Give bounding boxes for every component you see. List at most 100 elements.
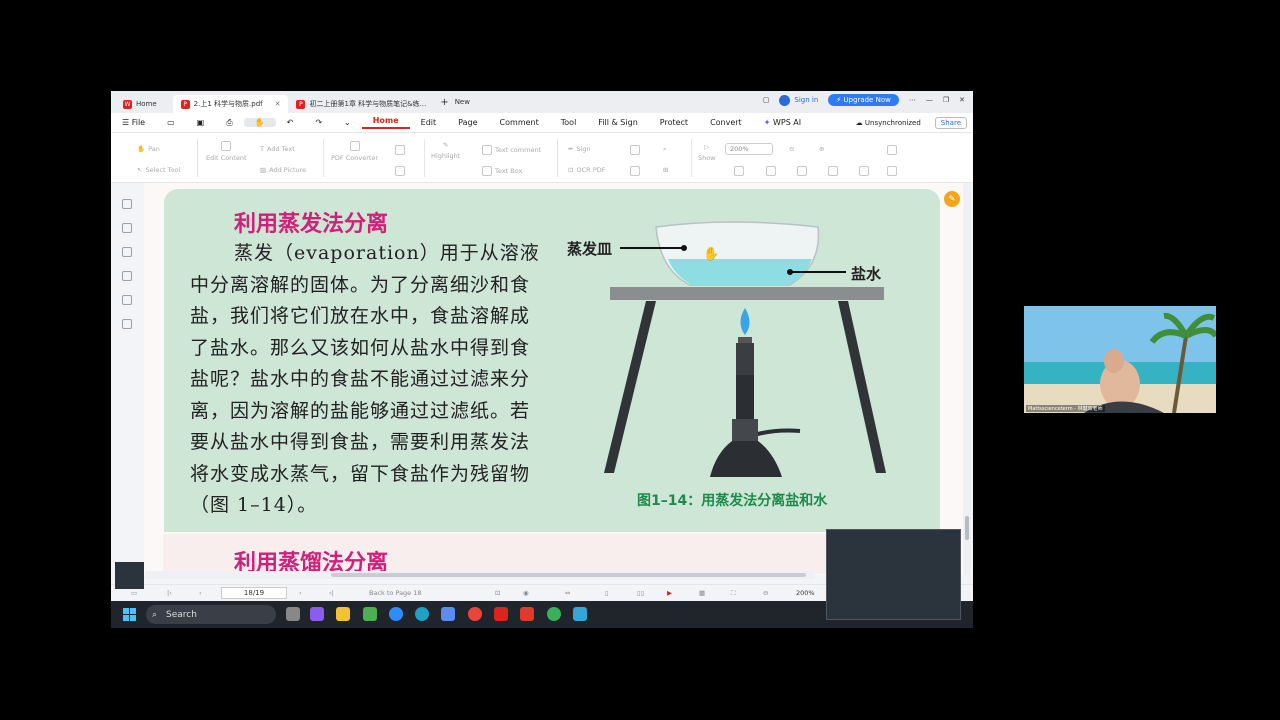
fullscreen-icon[interactable]: ⛶ — [731, 589, 736, 598]
notepad-icon[interactable] — [573, 607, 587, 621]
close-tab-icon[interactable]: ✕ — [275, 100, 281, 108]
play-slideshow-icon[interactable]: ▶ — [667, 589, 672, 597]
menu-home[interactable]: Home — [361, 116, 410, 129]
window-icon[interactable]: ▢ — [763, 96, 770, 104]
attachment-icon[interactable] — [122, 271, 132, 281]
new-tab-button[interactable]: + New — [440, 97, 470, 108]
ocr-pdf-button[interactable]: ⊡ OCR PDF — [568, 166, 605, 174]
fit-icon[interactable]: ⇔ — [565, 589, 570, 597]
status-zoom[interactable]: 200% — [796, 589, 815, 597]
first-page-icon[interactable]: |‹ — [167, 589, 172, 597]
edge-icon[interactable] — [415, 607, 429, 621]
vertical-scrollbar[interactable] — [963, 183, 971, 575]
prev-page-icon[interactable]: ‹ — [199, 589, 202, 597]
image-tool-icon[interactable] — [630, 145, 640, 155]
paste-icon[interactable] — [395, 166, 405, 176]
pan-button[interactable]: ✋ Pan — [137, 145, 160, 153]
horizontal-scrollbar[interactable] — [145, 571, 815, 579]
vertical-scroll-thumb[interactable] — [965, 516, 969, 540]
text-box-button[interactable]: Text Box — [482, 166, 522, 176]
upgrade-button[interactable]: ⚡ Upgrade Now — [828, 94, 899, 106]
edit-pencil-button[interactable]: ✎ — [944, 191, 960, 207]
sign-in-button[interactable]: Sign in — [779, 94, 818, 106]
show-button[interactable]: ▷ Show — [698, 143, 716, 162]
tab-notes-pdf[interactable]: P 初二上册第1章 科学与物质笔记&练... — [288, 95, 434, 113]
menu-protect[interactable]: Protect — [649, 118, 699, 127]
open-folder-icon[interactable]: ▭ — [156, 118, 186, 127]
horizontal-scroll-thumb[interactable] — [331, 573, 806, 577]
task-view-icon[interactable] — [286, 607, 300, 621]
page-number-input[interactable]: 18/19 — [221, 587, 287, 599]
store-icon[interactable] — [363, 607, 377, 621]
rotate-icon[interactable] — [797, 166, 807, 176]
windows-start-icon[interactable] — [123, 608, 136, 621]
bookmark-icon[interactable] — [122, 199, 132, 209]
grid-view-icon[interactable]: ▦ — [699, 589, 705, 597]
share-button[interactable]: Share — [934, 116, 967, 129]
last-page-icon[interactable]: ›| — [329, 589, 334, 597]
sign-button[interactable]: ✒ Sign — [568, 145, 591, 153]
crop-icon[interactable]: ⊞ — [663, 166, 668, 174]
add-picture-button[interactable]: ▨ Add Picture — [260, 166, 306, 174]
zoom-app-icon[interactable] — [389, 607, 403, 621]
edit-content-button[interactable]: Edit Content — [206, 141, 247, 162]
single-page-icon[interactable] — [828, 166, 838, 176]
tab-current-pdf[interactable]: P 2.上1 科学与物质.pdf ✕ — [172, 95, 289, 113]
highlight-button[interactable]: ✎ Highlight — [431, 141, 460, 160]
chevron-down-icon[interactable]: ⌄ — [333, 118, 362, 127]
image-extract-icon[interactable] — [630, 166, 640, 176]
fit-width-icon[interactable] — [766, 166, 776, 176]
zoom-in-icon[interactable]: ⊕ — [819, 145, 824, 153]
select-tool-button[interactable]: ↖ Select Tool — [137, 166, 180, 174]
signature-icon[interactable] — [122, 295, 132, 305]
menu-fill-sign[interactable]: Fill & Sign — [587, 118, 648, 127]
menu-edit[interactable]: Edit — [410, 118, 448, 127]
next-page-icon[interactable]: › — [299, 589, 302, 597]
zoom-out-status-icon[interactable]: ⊖ — [763, 589, 768, 597]
add-text-button[interactable]: T Add Text — [260, 145, 295, 153]
taskbar-search[interactable]: ⌕ Search — [146, 605, 276, 624]
two-page-icon[interactable] — [859, 166, 869, 176]
back-to-page-link[interactable]: Back to Page 18 — [369, 589, 422, 597]
chrome-icon[interactable] — [468, 607, 482, 621]
print-icon[interactable]: ⎙ — [215, 118, 243, 128]
sidebar-toggle-icon[interactable]: ▭ — [131, 589, 137, 597]
read-mode-icon[interactable]: ⊡ — [495, 589, 500, 597]
copilot-icon[interactable] — [310, 607, 324, 621]
sync-status[interactable]: ☁ Unsynchronized — [856, 119, 921, 127]
restore-icon[interactable]: ❐ — [943, 96, 949, 104]
more-icon[interactable]: ⋯ — [909, 96, 916, 104]
undo-icon[interactable]: ↶ — [276, 118, 305, 127]
menu-comment[interactable]: Comment — [489, 118, 550, 127]
refresh-icon[interactable] — [887, 145, 897, 155]
menu-tool[interactable]: Tool — [550, 118, 588, 127]
lark-icon[interactable] — [520, 607, 534, 621]
close-icon[interactable]: ✕ — [959, 96, 965, 104]
file-menu[interactable]: ☰ File — [111, 118, 156, 127]
hand-tool-icon[interactable]: ✋ — [243, 118, 276, 127]
save-icon[interactable]: ▣ — [186, 118, 216, 127]
chrome-profile-icon[interactable] — [547, 607, 561, 621]
zoom-select[interactable]: 200% — [725, 143, 773, 155]
wps-icon[interactable] — [494, 607, 508, 621]
fit-page-icon[interactable] — [734, 166, 744, 176]
pdf-converter-button[interactable]: PDF Converter — [331, 141, 378, 162]
thumbnail-icon[interactable] — [122, 223, 132, 233]
menu-page[interactable]: Page — [447, 118, 488, 127]
menu-wps-ai[interactable]: ✦ WPS AI — [753, 118, 812, 127]
layers-icon[interactable] — [122, 319, 132, 329]
zoom-out-icon[interactable]: ⊖ — [789, 145, 794, 153]
word-icon[interactable] — [441, 607, 455, 621]
double-view-icon[interactable]: ▯▯ — [637, 589, 644, 597]
text-comment-button[interactable]: Text comment — [482, 145, 541, 155]
redo-icon[interactable]: ↷ — [304, 118, 333, 127]
comment-panel-icon[interactable] — [122, 247, 132, 257]
tab-home[interactable]: W Home — [115, 95, 165, 113]
copy-icon[interactable] — [395, 145, 405, 155]
minimize-icon[interactable]: — — [926, 96, 933, 104]
continuous-icon[interactable] — [887, 166, 897, 176]
menu-convert[interactable]: Convert — [699, 118, 753, 127]
eye-icon[interactable]: ◉ — [523, 589, 529, 597]
file-explorer-icon[interactable] — [336, 607, 350, 621]
single-view-icon[interactable]: ▯ — [605, 589, 609, 597]
